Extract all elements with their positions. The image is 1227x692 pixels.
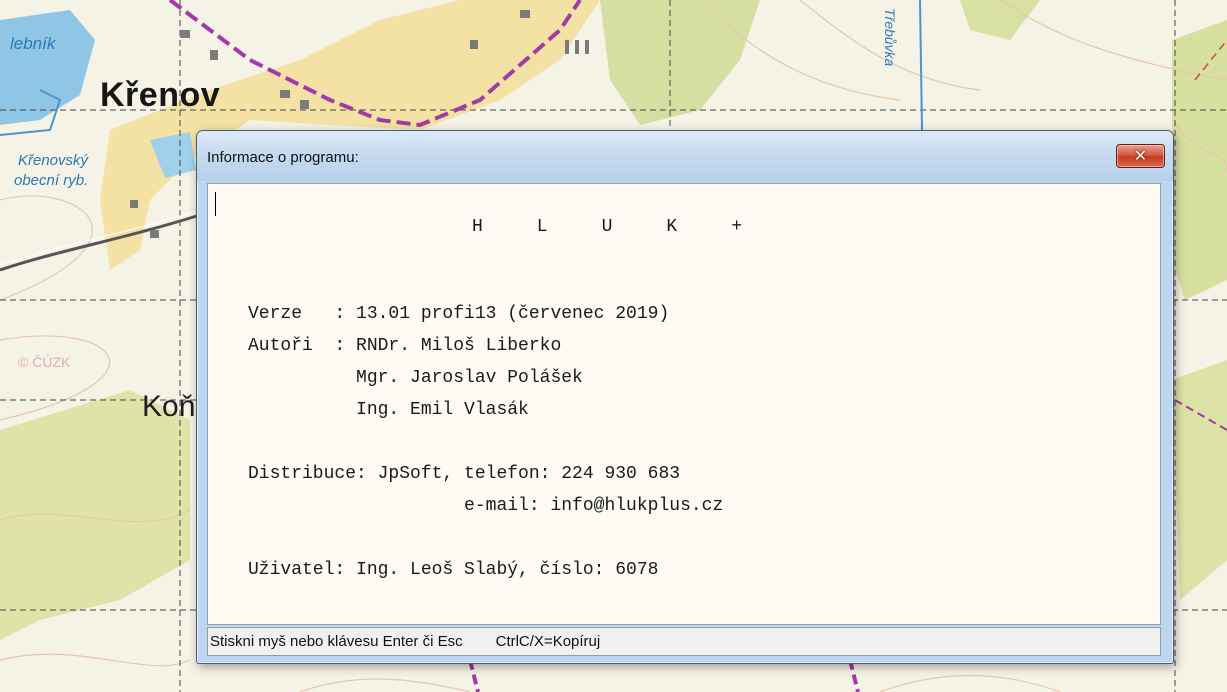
map-town-label-partial: Koň bbox=[142, 390, 196, 423]
map-water-label: lebník bbox=[10, 34, 56, 53]
info-text-line: Distribuce: JpSoft, telefon: 224 930 683 bbox=[248, 464, 681, 484]
forest-area bbox=[1172, 360, 1227, 600]
program-name-line: H L U K + bbox=[472, 217, 743, 237]
info-text-line: Mgr. Jaroslav Polášek bbox=[248, 368, 583, 388]
close-x-icon: ✕ bbox=[1133, 146, 1148, 165]
forest-area bbox=[1172, 20, 1227, 300]
info-text-line: Ing. Emil Vlasák bbox=[248, 400, 529, 420]
map-pond-label-2: obecní ryb. bbox=[14, 172, 89, 189]
info-text-line: e-mail: info@hlukplus.cz bbox=[248, 496, 724, 516]
dialog-title: Informace o programu: bbox=[207, 149, 359, 166]
status-bar: Stiskni myš nebo klávesu Enter či Esc Ct… bbox=[207, 627, 1161, 656]
text-caret bbox=[215, 192, 216, 216]
info-text-line: Verze : 13.01 profi13 (červenec 2019) bbox=[248, 304, 670, 324]
dialog-titlebar[interactable]: Informace o programu: ✕ bbox=[197, 131, 1173, 181]
status-hint: Stiskni myš nebo klávesu Enter či Esc bbox=[210, 633, 463, 650]
close-button[interactable]: ✕ bbox=[1116, 144, 1165, 168]
program-info-dialog: Informace o programu: ✕ H L U K + Verze :… bbox=[196, 130, 1174, 664]
info-text-line: Autoři : RNDr. Miloš Liberko bbox=[248, 336, 562, 356]
map-cuzk-watermark: © ČÚZK bbox=[18, 354, 71, 370]
map-stream-label: Třebůvka bbox=[882, 8, 898, 67]
map-pond-label-1: Křenovský bbox=[18, 152, 89, 169]
info-text-line: Uživatel: Ing. Leoš Slabý, číslo: 6078 bbox=[248, 560, 659, 580]
status-copy-hint: CtrlC/X=Kopíruj bbox=[495, 633, 601, 650]
info-text-area[interactable]: H L U K + Verze : 13.01 profi13 (červenec… bbox=[207, 183, 1161, 625]
map-town-label: Křenov bbox=[100, 76, 221, 114]
